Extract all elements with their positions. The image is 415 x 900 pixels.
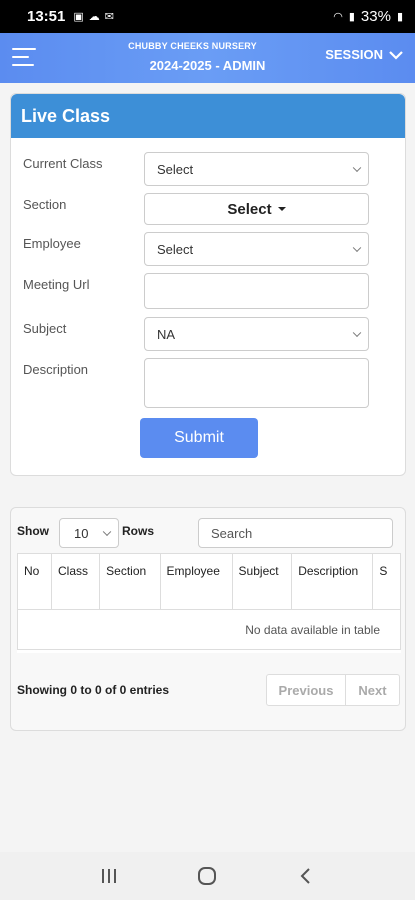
submit-button[interactable]: Submit (140, 418, 258, 458)
employee-value: Select (157, 241, 194, 257)
subject-label: Subject (23, 321, 67, 336)
current-class-value: Select (157, 161, 194, 177)
employee-select[interactable]: Select (144, 232, 369, 266)
table-row: No data available in table (17, 609, 401, 650)
previous-button[interactable]: Previous (267, 675, 345, 705)
subject-value: NA (157, 326, 176, 342)
chevron-down-icon (352, 328, 362, 338)
page-length-value: 10 (74, 525, 89, 541)
section-label: Section (23, 197, 67, 212)
section-value: Select (227, 200, 272, 218)
session-button[interactable]: SESSION (325, 47, 403, 62)
employee-label: Employee (23, 236, 81, 251)
column-header-s[interactable]: S (372, 553, 401, 610)
recent-apps-icon[interactable] (89, 861, 129, 891)
subject-select[interactable]: NA (144, 317, 369, 351)
image-icon: ▣ (73, 11, 84, 23)
meeting-url-label: Meeting Url (23, 277, 90, 292)
chevron-down-icon (352, 243, 362, 253)
notification-icons: ▣ ☁ ✉ (73, 10, 114, 23)
live-class-title: Live Class (11, 94, 405, 138)
wifi-icon: ◠ (333, 11, 343, 23)
live-class-card: Live Class Current Class Select Section … (10, 93, 406, 476)
rows-label: Rows (122, 524, 155, 538)
show-label: Show (17, 524, 49, 538)
page-length-select[interactable]: 10 (59, 518, 119, 548)
back-icon[interactable] (286, 861, 326, 891)
system-nav-bar (0, 852, 415, 900)
status-time: 13:51 (27, 8, 66, 25)
column-header-no[interactable]: No (17, 553, 52, 610)
current-class-label: Current Class (23, 156, 103, 171)
battery-percent: 33% (360, 8, 391, 25)
column-header-subject[interactable]: Subject (231, 553, 293, 610)
meeting-url-input[interactable] (144, 273, 369, 309)
description-label: Description (23, 362, 89, 377)
current-class-select[interactable]: Select (144, 152, 369, 186)
app-bar: CHUBBY CHEEKS NURSERY 2024-2025 - ADMIN … (0, 33, 415, 83)
live-class-table-card: Show 10 Rows Search No Class Section Emp… (10, 507, 406, 731)
signal-icon: ▮ (348, 11, 355, 23)
data-table: No Class Section Employee Subject Descri… (17, 553, 401, 653)
battery-icon: ▮ (396, 11, 403, 23)
table-header-row: No Class Section Employee Subject Descri… (17, 553, 401, 610)
empty-table-message: No data available in table (17, 609, 401, 650)
chevron-down-icon (389, 50, 403, 60)
table-info: Showing 0 to 0 of 0 entries (17, 683, 170, 697)
caret-down-icon (277, 207, 286, 211)
search-input[interactable]: Search (198, 518, 393, 548)
description-textarea[interactable] (144, 358, 369, 408)
column-header-employee[interactable]: Employee (159, 553, 233, 610)
mail-icon: ✉ (104, 11, 114, 23)
chevron-down-icon (102, 527, 112, 537)
column-header-section[interactable]: Section (99, 553, 161, 610)
column-header-class[interactable]: Class (50, 553, 101, 610)
cloud-icon: ☁ (88, 11, 100, 23)
section-select[interactable]: Select (144, 193, 369, 225)
column-header-description[interactable]: Description (291, 553, 374, 610)
status-bar: 13:51 ▣ ☁ ✉ ◠ ▮ 33% ▮ (0, 0, 415, 33)
session-label: SESSION (325, 47, 383, 62)
home-icon[interactable] (187, 861, 227, 891)
chevron-down-icon (352, 163, 362, 173)
pagination: Previous Next (266, 674, 400, 706)
next-button[interactable]: Next (345, 675, 399, 705)
